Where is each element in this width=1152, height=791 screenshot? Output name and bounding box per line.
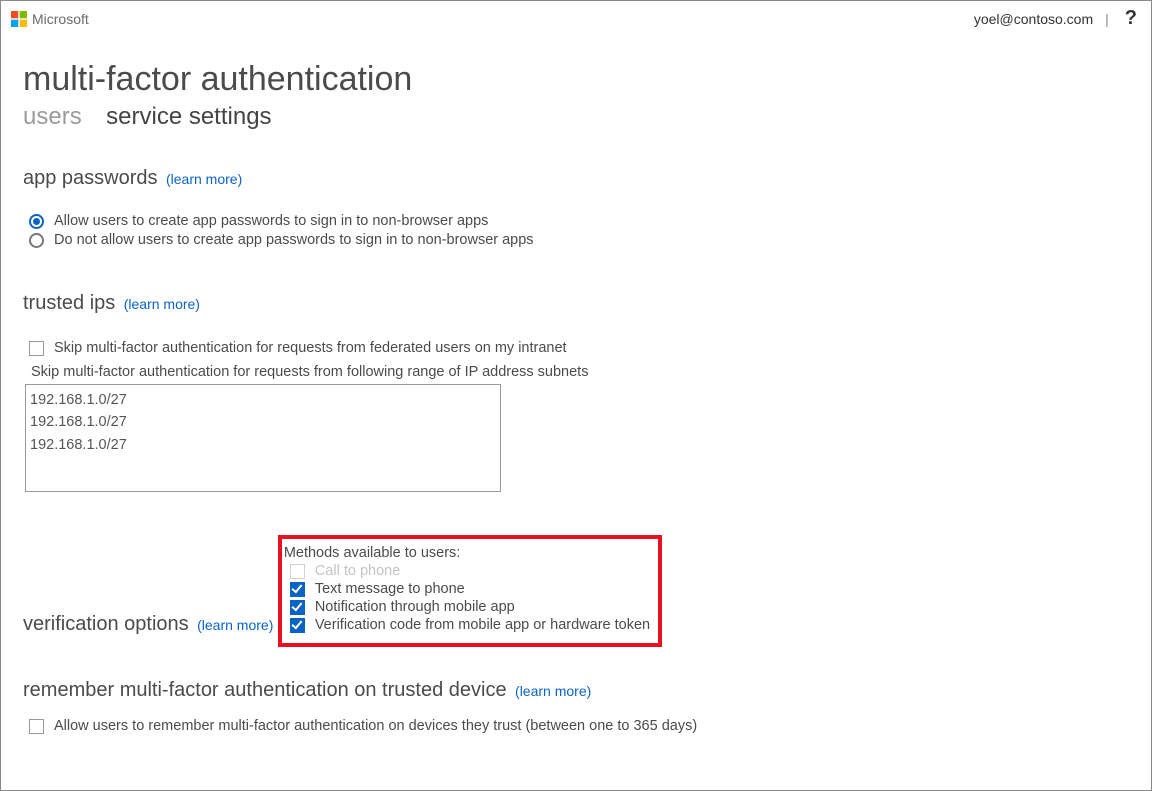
brand: Microsoft xyxy=(11,11,89,27)
remember-mfa-learn-more-link[interactable]: (learn more) xyxy=(515,683,591,699)
checkbox-text-to-phone[interactable] xyxy=(290,582,305,597)
method-code-label: Verification code from mobile app or har… xyxy=(315,617,650,633)
verification-methods-highlight: Methods available to users: Call to phon… xyxy=(278,535,662,647)
help-icon[interactable]: ? xyxy=(1121,7,1141,30)
app-passwords-title: app passwords xyxy=(23,167,158,190)
tab-bar: users service settings xyxy=(23,103,1127,131)
page-title: multi-factor authentication xyxy=(23,60,1127,99)
method-notification-label: Notification through mobile app xyxy=(315,599,515,615)
methods-available-label: Methods available to users: xyxy=(284,545,650,561)
remember-allow-label: Allow users to remember multi-factor aut… xyxy=(54,718,697,734)
verification-options-learn-more-link[interactable]: (learn more) xyxy=(197,617,273,633)
section-trusted-ips: trusted ips (learn more) Skip multi-fact… xyxy=(23,274,1127,497)
tab-users[interactable]: users xyxy=(23,103,82,130)
method-text-label: Text message to phone xyxy=(315,581,465,597)
radio-deny-app-passwords[interactable] xyxy=(29,233,44,248)
radio-deny-label: Do not allow users to create app passwor… xyxy=(54,232,534,248)
divider: | xyxy=(1105,11,1109,27)
user-email[interactable]: yoel@contoso.com xyxy=(974,11,1093,27)
remember-mfa-title: remember multi-factor authentication on … xyxy=(23,679,507,702)
radio-allow-label: Allow users to create app passwords to s… xyxy=(54,213,488,229)
microsoft-logo-icon xyxy=(11,11,27,27)
app-passwords-learn-more-link[interactable]: (learn more) xyxy=(166,171,242,187)
trusted-ips-learn-more-link[interactable]: (learn more) xyxy=(124,296,200,312)
app-window: Microsoft yoel@contoso.com | ? multi-fac… xyxy=(0,0,1152,791)
header-bar: Microsoft yoel@contoso.com | ? xyxy=(1,1,1151,34)
skip-federated-row[interactable]: Skip multi-factor authentication for req… xyxy=(29,340,1127,356)
checkbox-remember-mfa[interactable] xyxy=(29,719,44,734)
app-passwords-allow-row[interactable]: Allow users to create app passwords to s… xyxy=(29,213,1127,229)
method-notification-row[interactable]: Notification through mobile app xyxy=(290,599,650,615)
method-call-label: Call to phone xyxy=(315,563,400,579)
section-verification-options: verification options (learn more) Method… xyxy=(23,521,1127,647)
radio-allow-app-passwords[interactable] xyxy=(29,214,44,229)
method-code-row[interactable]: Verification code from mobile app or har… xyxy=(290,617,650,633)
brand-text: Microsoft xyxy=(32,11,89,27)
content-area: multi-factor authentication users servic… xyxy=(1,34,1151,734)
checkbox-call-to-phone xyxy=(290,564,305,579)
method-text-row[interactable]: Text message to phone xyxy=(290,581,650,597)
section-remember-mfa: remember multi-factor authentication on … xyxy=(23,661,1127,734)
ip-subnets-textarea[interactable] xyxy=(25,384,501,492)
checkbox-notification-app[interactable] xyxy=(290,600,305,615)
user-area: yoel@contoso.com | ? xyxy=(974,7,1141,30)
trusted-ips-title: trusted ips xyxy=(23,292,115,315)
ip-range-label: Skip multi-factor authentication for req… xyxy=(31,364,1127,380)
checkbox-verification-code[interactable] xyxy=(290,618,305,633)
checkbox-skip-federated-label: Skip multi-factor authentication for req… xyxy=(54,340,567,356)
app-passwords-deny-row[interactable]: Do not allow users to create app passwor… xyxy=(29,232,1127,248)
verification-options-title: verification options xyxy=(23,613,189,636)
section-app-passwords: app passwords (learn more) Allow users t… xyxy=(23,149,1127,248)
method-call-row: Call to phone xyxy=(290,563,650,579)
checkbox-skip-federated[interactable] xyxy=(29,341,44,356)
tab-service-settings[interactable]: service settings xyxy=(106,103,271,130)
remember-allow-row[interactable]: Allow users to remember multi-factor aut… xyxy=(29,718,1127,734)
